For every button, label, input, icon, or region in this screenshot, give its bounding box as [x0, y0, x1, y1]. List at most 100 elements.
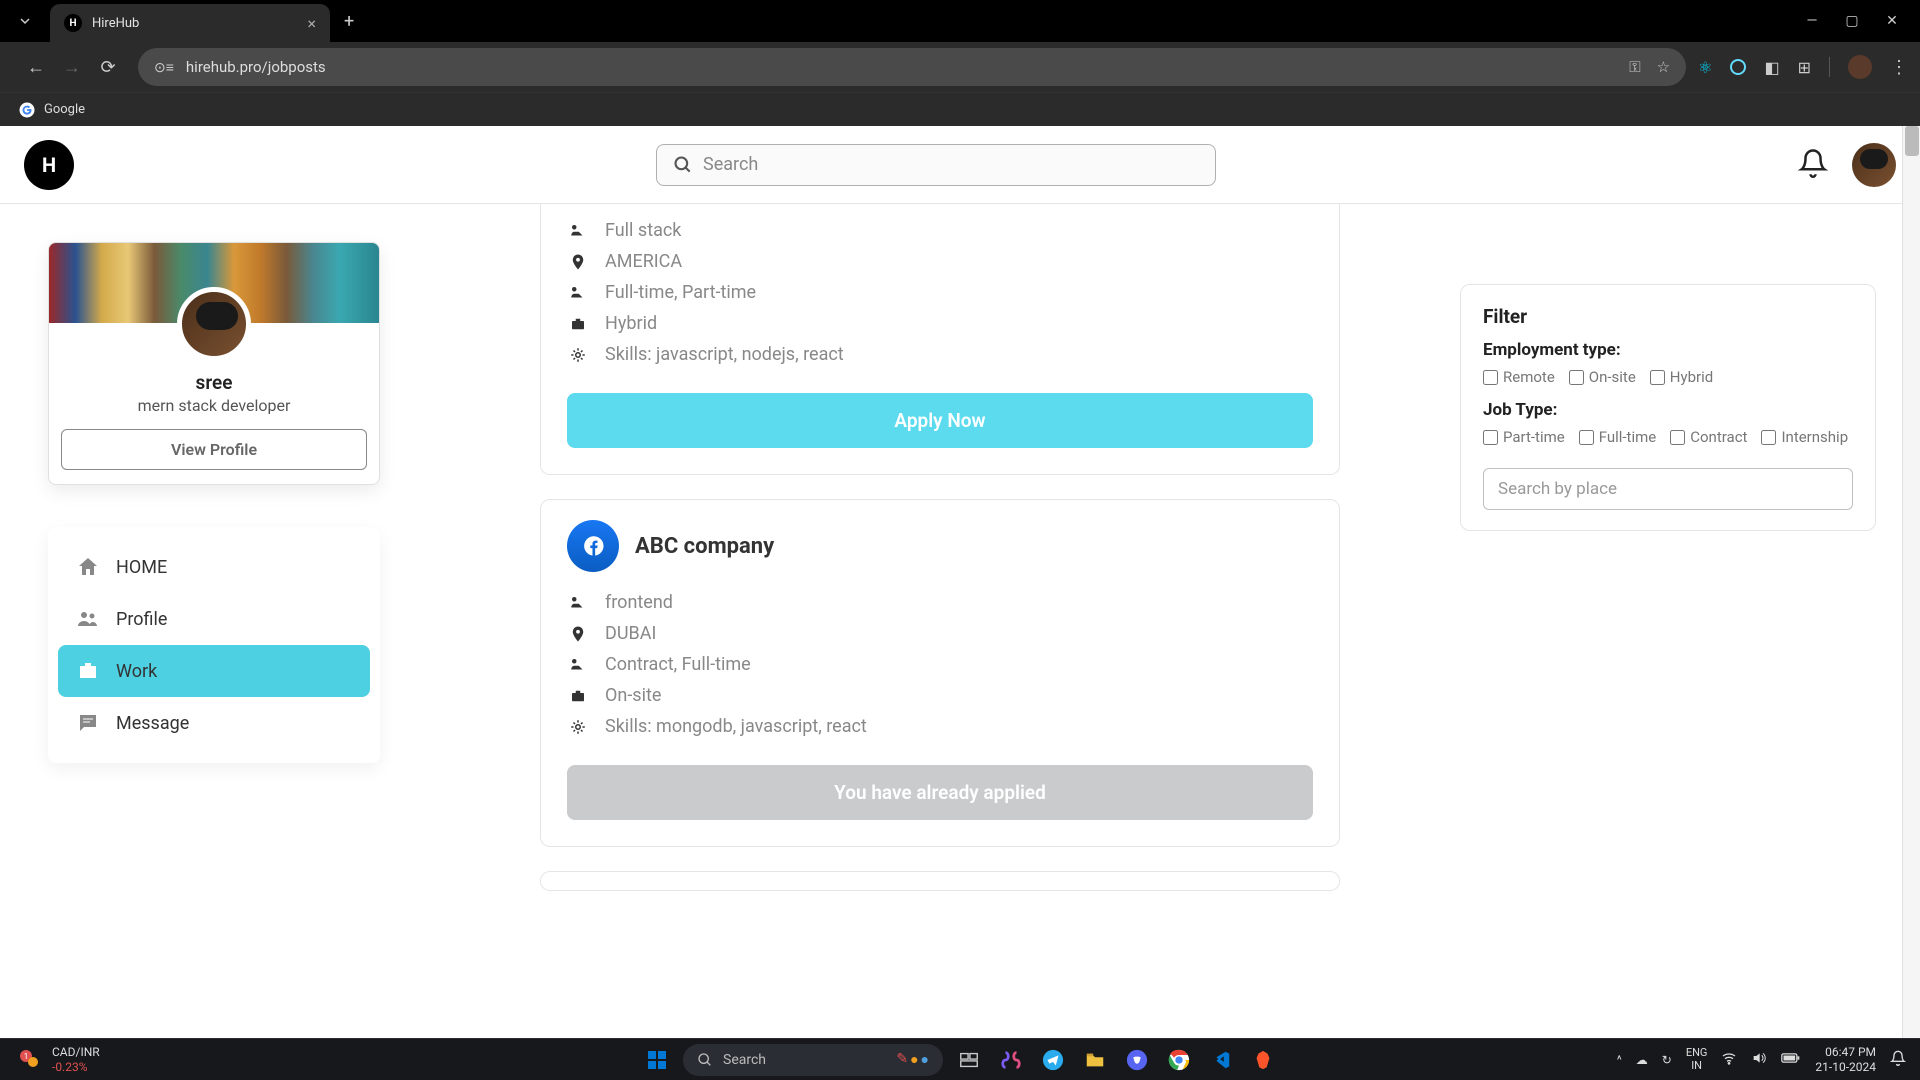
- job-skills: Skills: javascript, nodejs, react: [605, 344, 844, 365]
- site-info-icon[interactable]: ⊙≡: [154, 59, 174, 76]
- clock[interactable]: 06:47 PM 21-10-2024: [1815, 1045, 1876, 1074]
- discord-icon[interactable]: [1121, 1044, 1153, 1076]
- checkbox-fulltime[interactable]: Full-time: [1579, 428, 1657, 446]
- notifications-button[interactable]: [1798, 148, 1828, 182]
- windows-update-icon[interactable]: ↻: [1662, 1053, 1672, 1067]
- job-employment: Full-time, Part-time: [605, 282, 756, 303]
- sidebar-item-label: Profile: [116, 609, 167, 630]
- briefcase-icon: [76, 659, 100, 683]
- forward-button[interactable]: →: [54, 57, 90, 78]
- copilot-icon[interactable]: [995, 1044, 1027, 1076]
- browser-tab[interactable]: H HireHub ×: [50, 4, 330, 42]
- place-search-input[interactable]: [1483, 468, 1853, 510]
- checkbox-input[interactable]: [1483, 370, 1498, 385]
- sidebar-item-label: Work: [116, 661, 157, 682]
- checkbox-input[interactable]: [1650, 370, 1665, 385]
- window-controls: — ▢ ✕: [1804, 13, 1920, 29]
- checkbox-input[interactable]: [1569, 370, 1584, 385]
- job-role: frontend: [605, 592, 673, 613]
- job-card: ABC company frontend DUBAI Contract, Ful…: [540, 499, 1340, 847]
- new-tab-button[interactable]: +: [330, 11, 368, 32]
- tab-list-dropdown[interactable]: [6, 5, 44, 37]
- extension-circle-icon[interactable]: [1730, 59, 1746, 75]
- job-card: [540, 871, 1340, 891]
- browser-titlebar: H HireHub × + — ▢ ✕: [0, 0, 1920, 42]
- vscode-icon[interactable]: [1205, 1044, 1237, 1076]
- tab-close-icon[interactable]: ×: [307, 14, 316, 33]
- brave-icon[interactable]: [1247, 1044, 1279, 1076]
- taskbar-search-placeholder: Search: [723, 1052, 766, 1068]
- page-viewport: H sree mern stack developer View Profile: [0, 126, 1920, 1038]
- minimize-icon[interactable]: —: [1804, 13, 1820, 29]
- checkbox-remote[interactable]: Remote: [1483, 368, 1555, 386]
- maximize-icon[interactable]: ▢: [1844, 13, 1860, 29]
- bookmark-star-icon[interactable]: ☆: [1657, 58, 1670, 76]
- employment-type-label: Employment type:: [1483, 340, 1853, 360]
- already-applied-button: You have already applied: [567, 765, 1313, 820]
- notifications-tray-icon[interactable]: [1890, 1050, 1906, 1069]
- sidebar-item-profile[interactable]: Profile: [58, 593, 370, 645]
- checkbox-parttime[interactable]: Part-time: [1483, 428, 1565, 446]
- sidebar-item-work[interactable]: Work: [58, 645, 370, 697]
- search-icon: [673, 155, 693, 175]
- checkbox-contract[interactable]: Contract: [1670, 428, 1747, 446]
- bookmark-google[interactable]: Google: [18, 101, 85, 119]
- back-button[interactable]: ←: [18, 57, 54, 78]
- apply-now-button[interactable]: Apply Now: [567, 393, 1313, 448]
- sidebar-item-message[interactable]: Message: [58, 697, 370, 749]
- browser-menu-icon[interactable]: ⋮: [1890, 57, 1908, 78]
- tray-chevron-icon[interactable]: ^: [1617, 1053, 1622, 1067]
- page-scrollbar[interactable]: [1902, 126, 1920, 1038]
- filter-card: Filter Employment type: Remote On-site H…: [1460, 284, 1876, 531]
- address-bar[interactable]: ⊙≡ hirehub.pro/jobposts ⚿ ☆: [138, 48, 1686, 86]
- onedrive-icon[interactable]: ☁: [1636, 1053, 1648, 1067]
- checkbox-hybrid[interactable]: Hybrid: [1650, 368, 1713, 386]
- sidebar-nav: HOME Profile Work Message: [48, 527, 380, 763]
- extensions-puzzle-icon[interactable]: ⊞: [1798, 58, 1811, 77]
- svg-text:1: 1: [24, 1052, 29, 1061]
- password-key-icon[interactable]: ⚿: [1629, 58, 1640, 76]
- sidebar-item-home[interactable]: HOME: [58, 541, 370, 593]
- taskbar-search[interactable]: Search ✎●●: [683, 1044, 943, 1076]
- chrome-icon[interactable]: [1163, 1044, 1195, 1076]
- start-button[interactable]: [641, 1044, 673, 1076]
- app-logo[interactable]: H: [24, 140, 74, 190]
- close-icon[interactable]: ✕: [1884, 13, 1900, 29]
- job-mode: On-site: [605, 685, 661, 706]
- reload-button[interactable]: ⟳: [90, 57, 126, 78]
- browser-profile-avatar[interactable]: [1848, 55, 1872, 79]
- browser-toolbar: ← → ⟳ ⊙≡ hirehub.pro/jobposts ⚿ ☆ ⚛ ◧ ⊞ …: [0, 42, 1920, 92]
- search-input-wrapper[interactable]: [656, 144, 1216, 186]
- checkbox-onsite[interactable]: On-site: [1569, 368, 1636, 386]
- checkbox-input[interactable]: [1670, 430, 1685, 445]
- job-role: Full stack: [605, 220, 681, 241]
- react-devtools-icon[interactable]: ⚛: [1698, 58, 1712, 77]
- language-indicator[interactable]: ENG IN: [1686, 1047, 1708, 1071]
- search-input[interactable]: [703, 154, 1199, 175]
- volume-icon[interactable]: [1751, 1050, 1767, 1069]
- profile-avatar[interactable]: [177, 287, 251, 361]
- view-profile-button[interactable]: View Profile: [61, 429, 367, 470]
- sidepanel-icon[interactable]: ◧: [1764, 58, 1779, 77]
- telegram-icon[interactable]: [1037, 1044, 1069, 1076]
- tab-title: HireHub: [92, 16, 307, 31]
- checkbox-internship[interactable]: Internship: [1761, 428, 1848, 446]
- tab-favicon-icon: H: [64, 14, 82, 32]
- company-name: ABC company: [635, 534, 774, 559]
- job-employment: Contract, Full-time: [605, 654, 751, 675]
- checkbox-input[interactable]: [1483, 430, 1498, 445]
- taskbar-widget[interactable]: 1 CAD/INR -0.23%: [0, 1045, 100, 1074]
- bookmarks-bar: Google: [0, 92, 1920, 126]
- wifi-icon[interactable]: [1721, 1050, 1737, 1069]
- user-avatar[interactable]: [1852, 143, 1896, 187]
- explorer-icon[interactable]: [1079, 1044, 1111, 1076]
- checkbox-input[interactable]: [1761, 430, 1776, 445]
- filter-title: Filter: [1483, 305, 1853, 328]
- battery-icon[interactable]: [1781, 1052, 1801, 1067]
- windows-taskbar: 1 CAD/INR -0.23% Search ✎●● ^ ☁ ↻ ENG IN: [0, 1038, 1920, 1080]
- checkbox-input[interactable]: [1579, 430, 1594, 445]
- message-icon: [76, 711, 100, 735]
- company-logo-icon: [567, 520, 619, 572]
- task-view-icon[interactable]: [953, 1044, 985, 1076]
- sidebar-item-label: HOME: [116, 557, 167, 578]
